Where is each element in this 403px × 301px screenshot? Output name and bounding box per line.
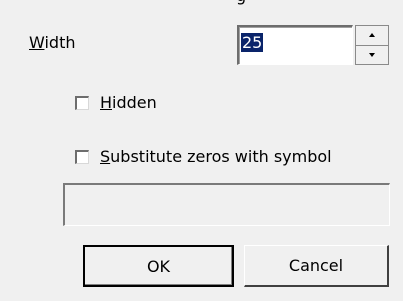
substitute-label-mnemonic: S xyxy=(100,147,111,166)
width-value: 25 xyxy=(241,33,264,52)
width-spinner-buttons xyxy=(355,25,389,65)
hidden-option[interactable]: Hidden xyxy=(75,93,157,112)
substitute-label-rest: ubstitute zeros with symbol xyxy=(110,147,332,166)
spin-up-button[interactable] xyxy=(355,25,389,46)
arrow-down-icon xyxy=(369,52,375,57)
hidden-checkbox[interactable] xyxy=(75,95,89,110)
width-input[interactable]: 25 xyxy=(237,25,353,65)
arrow-up-icon xyxy=(369,33,375,38)
width-label: Width xyxy=(29,33,75,52)
substitute-label: Substitute zeros with symbol xyxy=(100,147,332,166)
title-fragment: g xyxy=(236,0,296,12)
width-label-mnemonic: W xyxy=(29,33,45,52)
cancel-button[interactable]: Cancel xyxy=(244,245,389,287)
hidden-label-mnemonic: H xyxy=(100,93,113,112)
hidden-label-rest: idden xyxy=(112,93,157,112)
symbol-input[interactable] xyxy=(63,183,390,226)
substitute-option[interactable]: Substitute zeros with symbol xyxy=(75,147,332,166)
width-label-rest: idth xyxy=(44,33,76,52)
ok-button[interactable]: OK xyxy=(83,245,234,287)
hidden-label: Hidden xyxy=(100,93,157,112)
spin-down-button[interactable] xyxy=(355,45,389,65)
substitute-checkbox[interactable] xyxy=(75,149,89,164)
width-spinner[interactable]: 25 xyxy=(237,25,389,65)
